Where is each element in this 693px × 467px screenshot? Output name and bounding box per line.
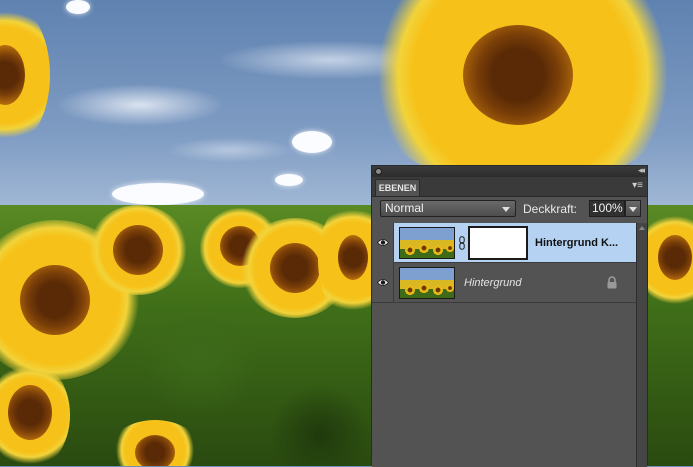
opacity-input[interactable]: 100% — [589, 200, 625, 217]
chevron-down-icon — [629, 207, 637, 212]
collapse-icon[interactable]: ◂◂ — [638, 165, 645, 176]
tab-layers[interactable]: EBENEN — [375, 179, 420, 196]
blend-mode-value: Normal — [385, 201, 424, 215]
sunflower — [88, 205, 188, 295]
cloud — [292, 131, 332, 153]
layer-controls: Normal Deckkraft: 100% — [372, 197, 647, 221]
cloud — [275, 174, 303, 186]
chevron-down-icon — [502, 207, 510, 212]
visibility-toggle[interactable] — [372, 263, 394, 303]
panel-tab-bar: EBENEN ▾≡ — [372, 177, 647, 197]
layer-thumbnail[interactable] — [399, 267, 455, 299]
lock-icon — [607, 276, 617, 289]
link-chain-icon[interactable] — [459, 236, 465, 250]
scroll-up-icon[interactable] — [639, 226, 645, 230]
layer-row[interactable]: Hintergrund — [372, 263, 636, 303]
layer-row[interactable]: Hintergrund K... — [372, 223, 636, 263]
opacity-dropdown-button[interactable] — [625, 200, 641, 217]
eye-icon — [377, 279, 389, 286]
visibility-toggle[interactable] — [372, 223, 394, 263]
blend-mode-select[interactable]: Normal — [380, 200, 516, 217]
layers-panel: ◂◂ EBENEN ▾≡ Normal Deckkraft: 100% Hint… — [371, 165, 648, 467]
eye-icon — [377, 239, 389, 246]
layer-mask-thumbnail[interactable] — [468, 226, 528, 260]
cloud — [66, 0, 90, 14]
layers-scrollbar[interactable] — [636, 223, 647, 467]
cloud — [112, 183, 204, 205]
layer-thumbnail[interactable] — [399, 227, 455, 259]
layer-name[interactable]: Hintergrund — [464, 277, 521, 289]
layers-list: Hintergrund K... Hintergrund — [372, 223, 636, 467]
layer-name[interactable]: Hintergrund K... — [535, 237, 618, 249]
opacity-label: Deckkraft: — [523, 202, 578, 216]
panel-menu-icon[interactable]: ▾≡ — [632, 181, 643, 191]
panel-close-button[interactable] — [375, 168, 382, 175]
panel-title-bar[interactable]: ◂◂ — [372, 165, 647, 177]
